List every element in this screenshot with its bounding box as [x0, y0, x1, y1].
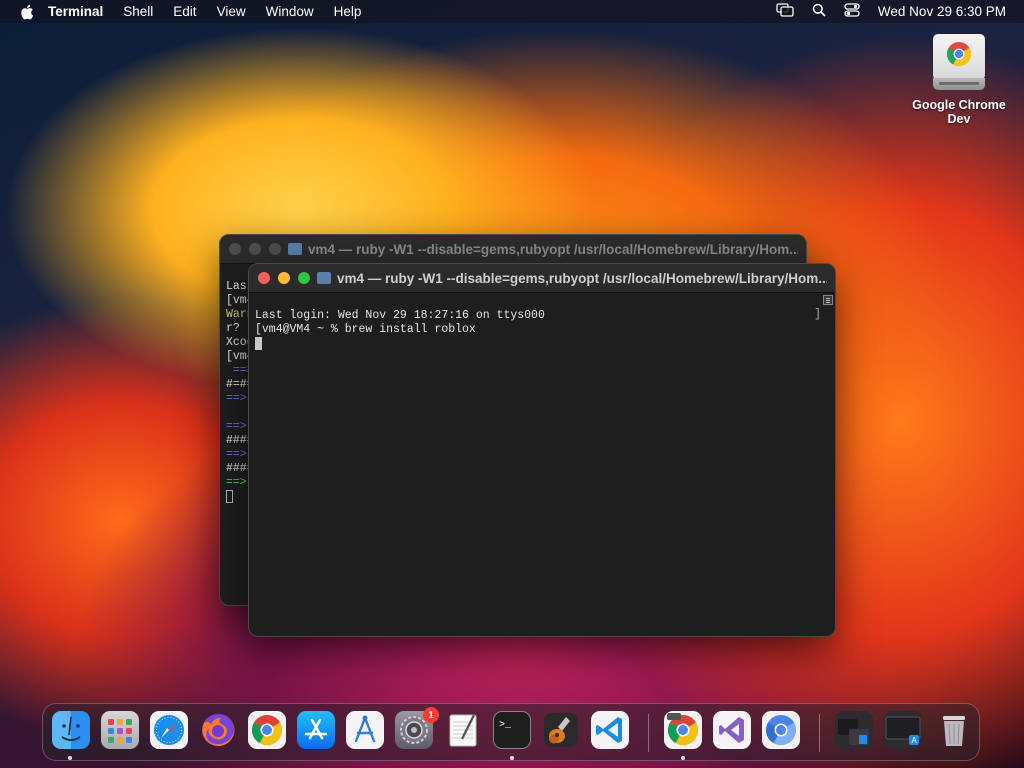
titlebar[interactable]: vm4 — ruby -W1 --disable=gems,rubyopt /u… [249, 264, 835, 293]
apple-menu-icon[interactable] [18, 3, 36, 21]
text-cursor [226, 490, 233, 503]
titlebar[interactable]: vm4 — ruby -W1 --disable=gems,rubyopt /u… [220, 235, 806, 264]
cursor-line [255, 337, 829, 351]
spotlight-search-icon[interactable] [812, 3, 826, 20]
output-line: Last login: Wed Nov 29 18:27:16 on ttys0… [255, 309, 545, 322]
menu-shell[interactable]: Shell [123, 4, 153, 19]
window-title: vm4 — ruby -W1 --disable=gems,rubyopt /u… [308, 241, 798, 257]
chrome-icon[interactable] [248, 711, 286, 749]
notification-badge: 1 [423, 707, 439, 723]
launchpad-icon[interactable] [101, 711, 139, 749]
minimize-button[interactable] [249, 243, 261, 255]
app-store-icon[interactable] [297, 711, 335, 749]
control-center-icon[interactable] [844, 3, 860, 20]
terminal-icon[interactable]: >_ [493, 711, 531, 749]
safari-icon[interactable] [150, 711, 188, 749]
app-store-window-icon[interactable]: A [884, 711, 922, 749]
running-indicator [681, 756, 685, 760]
vscode-icon[interactable] [591, 711, 629, 749]
close-button[interactable] [258, 272, 270, 284]
running-indicator [510, 756, 514, 760]
menu-view[interactable]: View [217, 4, 246, 19]
selection-bracket: ] [814, 308, 821, 321]
folder-icon [317, 272, 331, 284]
dock-separator [819, 714, 820, 752]
menu-app-name[interactable]: Terminal [48, 4, 103, 19]
scroll-menu-button[interactable] [823, 295, 833, 305]
zoom-button[interactable] [269, 243, 281, 255]
terminal-window-front[interactable]: vm4 — ruby -W1 --disable=gems,rubyopt /u… [248, 263, 836, 637]
menu-bar: Terminal Shell Edit View Window Help Wed… [0, 0, 1024, 23]
desktop-icon-label: Google Chrome Dev [912, 98, 1006, 126]
firefox-icon[interactable] [199, 711, 237, 749]
window-title: vm4 — ruby -W1 --disable=gems,rubyopt /u… [337, 270, 827, 286]
garageband-icon[interactable] [542, 711, 580, 749]
text-cursor [255, 337, 262, 350]
dock-separator [648, 714, 649, 752]
prompt-line: [vm4@VM4 ~ % brew install roblox [255, 323, 476, 336]
dock: >_ A [42, 703, 980, 761]
menu-edit[interactable]: Edit [173, 4, 196, 19]
downloads-stack-icon[interactable] [835, 711, 873, 749]
finder-icon[interactable] [52, 711, 90, 749]
textedit-icon[interactable] [444, 711, 482, 749]
menu-clock[interactable]: Wed Nov 29 6:30 PM [878, 4, 1006, 19]
svg-text:>_: >_ [499, 720, 512, 731]
menu-help[interactable]: Help [334, 4, 362, 19]
menu-window[interactable]: Window [266, 4, 314, 19]
svg-text:A: A [912, 736, 918, 745]
folder-icon [288, 243, 302, 255]
trash-icon[interactable] [935, 711, 973, 749]
chrome-dev-icon[interactable] [664, 711, 702, 749]
xcode-instruments-icon[interactable] [346, 711, 384, 749]
drive-icon [933, 34, 985, 92]
terminal-output[interactable]: Last login: Wed Nov 29 18:27:16 on ttys0… [249, 293, 835, 381]
zoom-button[interactable] [298, 272, 310, 284]
chromium-icon[interactable] [762, 711, 800, 749]
chrome-dev-icon [946, 42, 972, 67]
running-indicator [68, 756, 72, 760]
minimize-button[interactable] [278, 272, 290, 284]
visual-studio-icon[interactable] [713, 711, 751, 749]
desktop-chrome-dev-drive[interactable]: Google Chrome Dev [904, 34, 1014, 126]
close-button[interactable] [229, 243, 241, 255]
screen-mirroring-icon[interactable] [776, 3, 794, 20]
